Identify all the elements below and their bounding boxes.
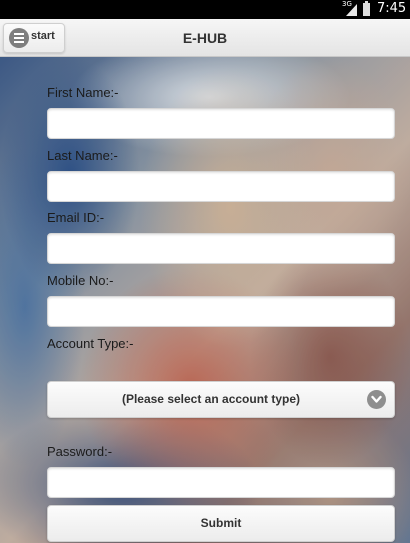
status-time: 7:45: [377, 1, 407, 16]
password-label: Password:-: [47, 444, 113, 459]
chevron-down-icon: [367, 390, 386, 409]
start-button-label: start: [31, 30, 55, 42]
password-field[interactable]: [47, 467, 395, 498]
start-button[interactable]: start: [3, 23, 65, 53]
first-name-field[interactable]: [47, 108, 395, 139]
screen: 3G 7:45 start E-HUB First Name:- Last Na…: [0, 0, 410, 543]
battery-icon: [363, 1, 370, 16]
mobile-field[interactable]: [47, 296, 395, 327]
account-type-select[interactable]: (Please select an account type): [47, 381, 395, 418]
menu-icon: [9, 28, 29, 48]
status-bar: 3G 7:45: [0, 0, 410, 19]
signal-icon: [346, 4, 357, 16]
account-type-label: Account Type:-: [47, 336, 134, 351]
email-field[interactable]: [47, 233, 395, 264]
app-header: start E-HUB: [0, 19, 410, 57]
last-name-field[interactable]: [47, 171, 395, 202]
submit-button[interactable]: Submit: [47, 505, 395, 542]
email-label: Email ID:-: [47, 210, 105, 225]
mobile-label: Mobile No:-: [47, 273, 114, 288]
first-name-label: First Name:-: [47, 85, 119, 100]
last-name-label: Last Name:-: [47, 148, 118, 163]
account-type-selected-value: (Please select an account type): [121, 392, 301, 406]
